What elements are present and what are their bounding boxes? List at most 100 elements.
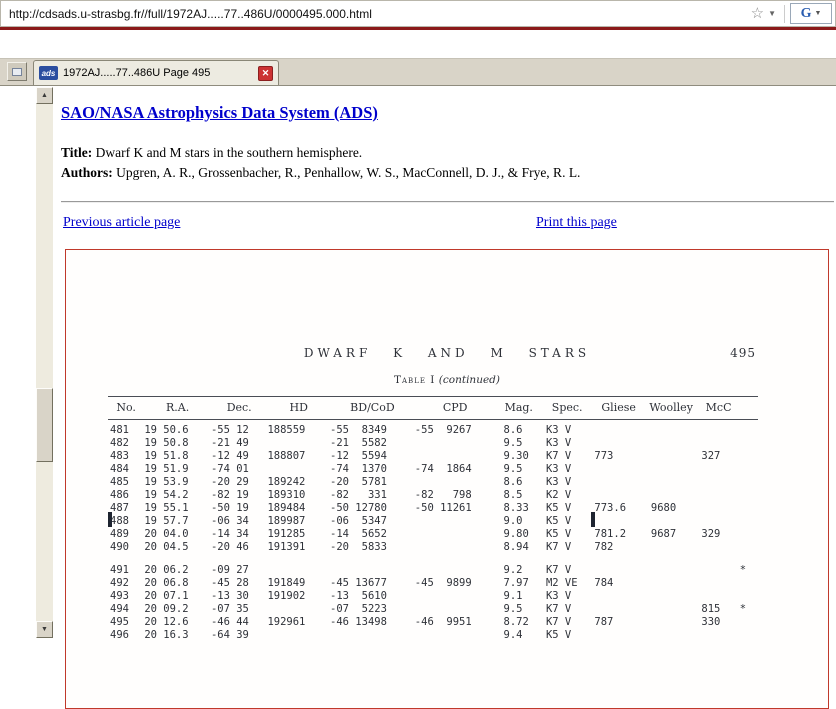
cell-hd [267,603,330,616]
cell-mcc: 329 [697,528,739,541]
cell-hd: 191902 [267,590,330,603]
cell-hd: 188807 [267,450,330,463]
cell-no: 494 [108,603,144,616]
cell-woolley [645,554,697,577]
cell-spec: K2 V [542,489,592,502]
toolbar-divider [784,5,785,23]
page-content: SAO/NASA Astrophysics Data System (ADS) … [53,87,836,638]
cell-cpd [415,528,496,541]
column-header: Woolley [645,397,697,420]
tab-active[interactable]: ads 1972AJ.....77..486U Page 495 ✕ [33,60,279,85]
url-input[interactable]: http://cdsads.u-strasbg.fr//full/1972AJ.… [1,7,745,21]
cell-bd: -82 331 [330,489,415,502]
scan-table-caption: Table I (continued) [66,374,828,386]
cell-note [740,450,758,463]
ads-favicon-icon: ads [39,66,58,80]
cell-mag: 9.30 [496,450,542,463]
cell-note [740,502,758,515]
cell-mcc [697,577,739,590]
cell-cpd [415,450,496,463]
cell-no: 487 [108,502,144,515]
cell-gliese: 773 [592,450,644,463]
left-gutter [0,87,36,638]
cell-note [740,463,758,476]
cell-mcc [697,489,739,502]
scan-page-number: 495 [730,346,756,360]
tab-title: 1972AJ.....77..486U Page 495 [63,67,253,79]
column-header: HD [267,397,330,420]
cell-woolley: 9680 [645,502,697,515]
cell-ra: 20 16.3 [144,629,211,642]
cell-spec: K7 V [542,450,592,463]
cell-note [740,590,758,603]
star-table: No.R.A.Dec.HDBD/CoDCPDMag.Spec.GlieseWoo… [108,396,758,642]
cell-gliese: 781.2 [592,528,644,541]
cell-cpd: -74 1864 [415,463,496,476]
cell-dec: -82 19 [211,489,268,502]
scrollbar-thumb[interactable] [36,388,53,462]
tab-list-button[interactable] [7,62,27,81]
cell-no: 488 [108,515,144,528]
column-header: R.A. [144,397,211,420]
ads-header-link[interactable]: SAO/NASA Astrophysics Data System (ADS) [61,103,378,123]
cell-note [740,616,758,629]
cell-hd [267,437,330,450]
authors-label: Authors: [61,165,113,180]
scan-artifact-mark [108,512,112,527]
cell-hd [267,629,330,642]
url-dropdown-icon[interactable]: ▼ [768,9,776,18]
cell-bd: -46 13498 [330,616,415,629]
cell-note: * [740,554,758,577]
google-icon: G [801,6,812,22]
cell-hd: 191285 [267,528,330,541]
cell-hd: 189242 [267,476,330,489]
cell-ra: 20 04.0 [144,528,211,541]
cell-mcc [697,629,739,642]
scan-table-header-row: No.R.A.Dec.HDBD/CoDCPDMag.Spec.GlieseWoo… [108,397,758,420]
table-row: 48819 57.7-06 34189987-06 53479.0K5 V [108,515,758,528]
cell-gliese [592,437,644,450]
cell-spec: K5 V [542,528,592,541]
url-bar[interactable]: http://cdsads.u-strasbg.fr//full/1972AJ.… [0,0,836,27]
vertical-scrollbar[interactable]: ▲ ▼ [36,87,53,638]
cell-gliese [592,420,644,438]
cell-gliese: 784 [592,577,644,590]
cell-note [740,515,758,528]
cell-no: 492 [108,577,144,590]
scroll-up-button[interactable]: ▲ [36,87,53,104]
cell-gliese: 773.6 [592,502,644,515]
cell-note [740,420,758,438]
cell-gliese [592,629,644,642]
bookmark-star-icon[interactable]: ☆ [751,6,764,21]
scroll-down-button[interactable]: ▼ [36,621,53,638]
cell-ra: 20 07.1 [144,590,211,603]
cell-cpd [415,437,496,450]
cell-dec: -21 49 [211,437,268,450]
cell-bd: -12 5594 [330,450,415,463]
window-icon [12,68,22,76]
cell-ra: 19 50.8 [144,437,211,450]
cell-dec: -06 34 [211,515,268,528]
table-row: 49120 06.2-09 279.2K7 V* [108,554,758,577]
table-row: 48119 50.6-55 12188559-55 8349-55 92678.… [108,420,758,438]
search-engine-button[interactable]: G ▼ [790,3,832,24]
table-row: 49320 07.1-13 30191902-13 56109.1K3 V [108,590,758,603]
cell-cpd: -46 9951 [415,616,496,629]
cell-no: 490 [108,541,144,554]
cell-cpd [415,554,496,577]
cell-note [740,476,758,489]
cell-gliese [592,554,644,577]
column-header: Spec. [542,397,592,420]
previous-article-link[interactable]: Previous article page [63,215,180,231]
tab-close-button[interactable]: ✕ [258,66,273,81]
cell-bd: -14 5652 [330,528,415,541]
cell-ra: 19 54.2 [144,489,211,502]
print-page-link[interactable]: Print this page [536,215,617,231]
cell-woolley [645,420,697,438]
article-authors: Upgren, A. R., Grossenbacher, R., Penhal… [116,165,580,180]
cell-ra: 19 51.9 [144,463,211,476]
column-header: No. [108,397,144,420]
cell-woolley [645,603,697,616]
cell-mag: 9.5 [496,603,542,616]
column-header: McC [697,397,739,420]
